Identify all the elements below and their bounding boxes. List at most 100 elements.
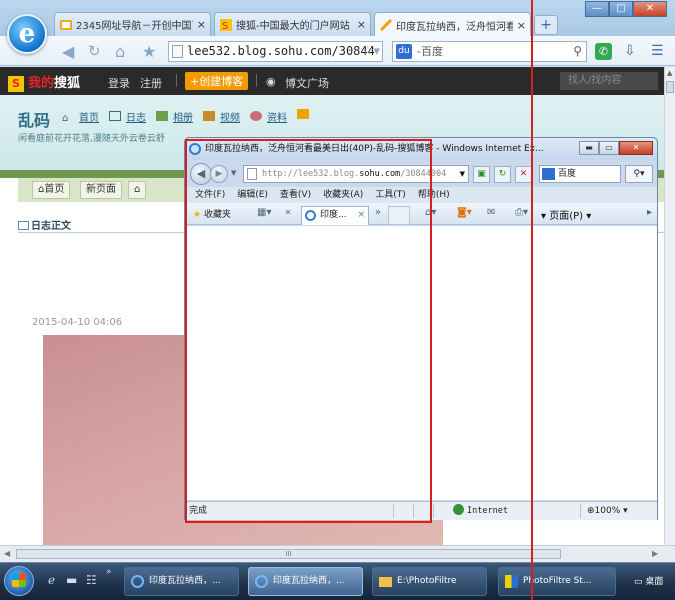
tab-blog[interactable]: 印度瓦拉纳西，泛舟恒河看 ×: [374, 12, 531, 37]
home-icon: ⌂: [134, 184, 141, 195]
photo-icon: [156, 111, 168, 121]
minimize-button[interactable]: —: [585, 1, 609, 17]
mail-icon[interactable]: ✉: [487, 207, 495, 218]
book-icon: [18, 221, 29, 230]
page-icon: [172, 45, 183, 58]
taskbar-label: 印度瓦拉纳西，...: [149, 576, 221, 586]
blog-nav-journal[interactable]: 日志: [109, 109, 146, 124]
film-icon: [203, 111, 215, 121]
divider: [433, 504, 434, 518]
plaza-link[interactable]: 博文广场: [285, 75, 329, 91]
desktop-quicklaunch-icon[interactable]: ▬: [66, 573, 77, 587]
desktop-icon: ▭: [634, 577, 643, 587]
zoom-icon: ⊕: [587, 506, 595, 516]
close-icon[interactable]: ×: [517, 19, 526, 32]
blog-nav-profile[interactable]: 资料: [250, 109, 287, 124]
logo-letter: e: [18, 19, 36, 49]
menu-newpage-button[interactable]: 新页面: [80, 181, 122, 199]
taskbar-button-photofiltre[interactable]: PhotoFiltre St...: [498, 567, 616, 596]
taskbar-button-ie-1[interactable]: 印度瓦拉纳西，...: [124, 567, 239, 596]
chevron-down-icon[interactable]: ▼: [460, 166, 465, 182]
envelope-icon: [297, 109, 309, 119]
ie-search-input[interactable]: 百度: [539, 165, 621, 183]
address-bar[interactable]: lee532.blog.sohu.com/30844 ☆▾: [168, 41, 383, 62]
switch-windows-icon[interactable]: ☷: [86, 573, 97, 587]
tab-strip: 2345网址导航－开创中国百 × S 搜狐-中国最大的门户网站 × 印度瓦拉纳西…: [54, 12, 558, 37]
refresh-icon[interactable]: ↻: [88, 42, 101, 60]
browser-logo[interactable]: e: [7, 14, 47, 54]
horizontal-scrollbar[interactable]: ◀ III ▶: [0, 545, 675, 562]
stop-icon[interactable]: ✕: [515, 166, 532, 183]
security-zone: Internet: [453, 502, 508, 520]
baidu-icon: [542, 168, 555, 180]
create-blog-button[interactable]: +创建博客: [185, 72, 249, 90]
desktop-label: 桌面: [645, 577, 664, 587]
menu-home-button[interactable]: ⌂首页: [32, 181, 71, 199]
scroll-thumb[interactable]: [666, 81, 674, 93]
close-icon[interactable]: ×: [357, 18, 366, 31]
phone-icon[interactable]: ✆: [595, 43, 612, 60]
browser-titlebar: 2345网址导航－开创中国百 × S 搜狐-中国最大的门户网站 × 印度瓦拉纳西…: [0, 0, 675, 37]
blog-title[interactable]: 乱码: [18, 107, 50, 131]
minimize-button[interactable]: ▬: [579, 141, 599, 155]
zone-label: Internet: [467, 506, 508, 516]
scroll-right-icon[interactable]: ▶: [652, 549, 658, 558]
login-link[interactable]: 登录: [108, 75, 130, 91]
find-input[interactable]: 找人/找内容: [560, 72, 658, 90]
taskbar-label: E:\PhotoFiltre: [397, 576, 457, 586]
favorite-star-icon[interactable]: ★: [142, 42, 156, 61]
maximize-button[interactable]: ▭: [599, 141, 619, 155]
new-tab-button[interactable]: +: [534, 15, 558, 35]
home-icon[interactable]: ⌂: [115, 42, 125, 61]
zoom-control[interactable]: ⊕100% ▾: [587, 502, 628, 520]
vertical-scrollbar[interactable]: ▲: [664, 67, 675, 545]
tab-sohu[interactable]: S 搜狐-中国最大的门户网站 ×: [214, 12, 371, 36]
search-button[interactable]: ⚲▾: [625, 165, 653, 183]
rss-icon[interactable]: ◙▾: [457, 207, 472, 218]
blog-nav-home[interactable]: ⌂ 首页: [62, 109, 99, 124]
ie-icon: [131, 575, 144, 588]
close-button[interactable]: ✕: [619, 141, 653, 155]
blog-nav-album[interactable]: 相册: [156, 109, 193, 124]
sohu-top-bar: S 我的搜狐 登录 注册 +创建博客 ◉ 博文广场 找人/找内容: [0, 67, 664, 95]
svg-text:S: S: [222, 21, 228, 32]
chevron-right-icon[interactable]: ▸: [647, 207, 652, 218]
globe-icon: [453, 504, 464, 515]
ie-quicklaunch-icon[interactable]: ℯ: [48, 573, 55, 587]
maximize-button[interactable]: □: [609, 1, 633, 17]
tab-2345[interactable]: 2345网址导航－开创中国百 ×: [54, 12, 211, 36]
bookmark-star-icon[interactable]: ☆▾: [362, 42, 380, 61]
refresh-icon[interactable]: ↻: [494, 166, 511, 183]
window-controls: — □ ✕: [585, 1, 667, 17]
2345-icon: [60, 19, 72, 30]
logo-prefix: 我的: [28, 76, 55, 91]
scroll-thumb[interactable]: III: [16, 549, 561, 559]
close-button[interactable]: ✕: [633, 1, 667, 17]
register-link[interactable]: 注册: [140, 75, 162, 91]
address-text: lee532.blog.sohu.com/30844: [187, 44, 375, 58]
scroll-up-icon[interactable]: ▲: [667, 69, 672, 77]
start-button[interactable]: [4, 566, 34, 596]
page-menu-button[interactable]: ▾ 页面(P) ▾: [541, 207, 591, 222]
blog-nav-video[interactable]: 视频: [203, 109, 240, 124]
section-title: 日志正文: [31, 221, 71, 232]
chevron-more-icon[interactable]: »: [106, 567, 112, 577]
menu-icon[interactable]: ☰: [651, 43, 664, 59]
scroll-left-icon[interactable]: ◀: [4, 549, 10, 558]
search-icon[interactable]: ⚲: [573, 42, 582, 61]
mail-icon[interactable]: [297, 109, 314, 124]
back-icon[interactable]: ◀: [62, 42, 74, 61]
menu-home-icon-button[interactable]: ⌂: [128, 181, 147, 199]
close-icon[interactable]: ×: [197, 18, 206, 31]
highlight-rectangle: [185, 139, 432, 523]
compat-view-icon[interactable]: ▣: [473, 166, 490, 183]
print-icon[interactable]: ⎙▾: [515, 207, 528, 218]
windows-logo-icon: [12, 573, 26, 587]
desktop-toolbar[interactable]: ▭ 桌面: [634, 574, 663, 587]
download-icon[interactable]: ⇩: [624, 43, 636, 59]
search-input[interactable]: du -百度 ⚲: [392, 41, 587, 62]
folder-icon: [379, 577, 392, 587]
sohu-logo[interactable]: S 我的搜狐: [8, 72, 80, 92]
taskbar-button-ie-2[interactable]: 印度瓦拉纳西，...: [248, 567, 363, 596]
taskbar-button-folder[interactable]: E:\PhotoFiltre: [372, 567, 487, 596]
